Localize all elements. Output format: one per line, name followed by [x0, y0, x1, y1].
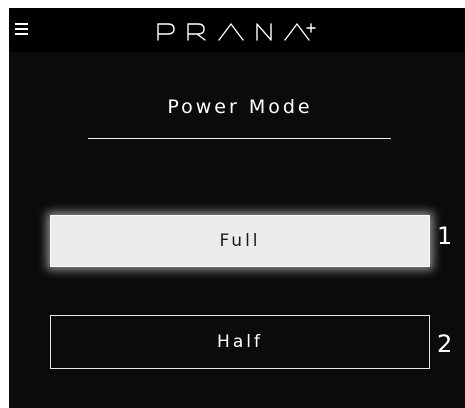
title-divider	[88, 138, 391, 139]
power-mode-screen: PRANA+ Power Mode Full 1 Half 2	[9, 8, 465, 408]
hamburger-menu-icon[interactable]	[15, 23, 28, 35]
mode-number-2: 2	[437, 330, 453, 358]
full-mode-button[interactable]: Full	[50, 215, 430, 267]
page-title: Power Mode	[167, 96, 313, 118]
half-mode-button[interactable]: Half	[50, 315, 430, 369]
prana-logo: PRANA+	[155, 16, 325, 44]
mode-number-1: 1	[437, 222, 453, 250]
top-bar: PRANA+	[9, 8, 465, 52]
